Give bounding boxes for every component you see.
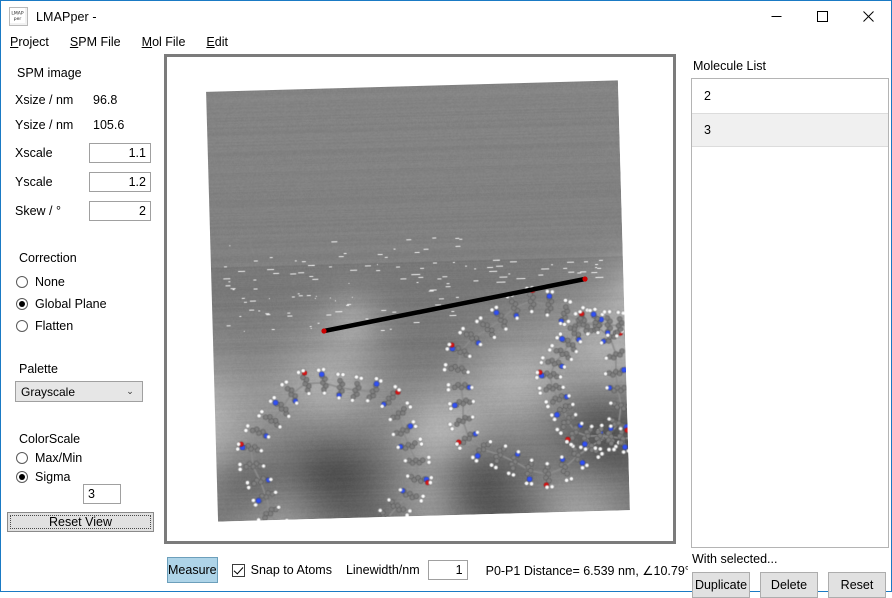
radio-sigma-icon (16, 471, 28, 483)
linewidth-input[interactable] (427, 560, 468, 580)
menu-mol-accel: M (141, 34, 153, 49)
reset-view-label: Reset View (49, 515, 112, 529)
radio-flatten-icon (16, 320, 28, 332)
correction-flatten-label: Flatten (35, 319, 74, 333)
correction-option-flatten[interactable]: Flatten (16, 319, 73, 333)
menu-spm-accel: S (69, 34, 79, 49)
colorscale-option-sigma[interactable]: Sigma (16, 470, 70, 484)
duplicate-label: Duplicate (694, 578, 748, 592)
maximize-button[interactable] (799, 1, 845, 32)
window-controls (753, 1, 891, 32)
menu-bar: Project SPM File Mol File Edit (1, 32, 891, 51)
app-icon: LMAP per (9, 7, 28, 26)
radio-maxmin-icon (16, 452, 28, 464)
menu-edit-accel: E (206, 34, 215, 49)
menu-spm-rest: PM File (78, 34, 121, 49)
yscale-input[interactable] (89, 172, 151, 192)
menu-project[interactable]: Project (8, 34, 51, 50)
colorscale-maxmin-label: Max/Min (35, 451, 83, 465)
molecule-panel: Molecule List 2 3 With selected... Dupli… (688, 51, 891, 598)
reset-label: Reset (840, 578, 874, 592)
spm-image-canvas[interactable] (164, 54, 676, 544)
ysize-value: 105.6 (93, 118, 125, 132)
menu-mol-file[interactable]: Mol File (140, 34, 188, 50)
correction-none-label: None (35, 275, 65, 289)
palette-select[interactable]: Grayscale ⌄ (15, 381, 143, 402)
linewidth-label: Linewidth/nm (345, 563, 420, 577)
checkbox-checked-icon (231, 563, 245, 577)
palette-section-title: Palette (19, 362, 58, 376)
molecule-list-title: Molecule List (693, 59, 766, 73)
list-item[interactable]: 3 (692, 113, 888, 147)
title-bar: LMAP per LMAPper - (1, 1, 891, 32)
close-button[interactable] (845, 1, 891, 32)
ysize-label: Ysize / nm (15, 118, 74, 132)
reset-view-button[interactable]: Reset View (7, 512, 154, 532)
spm-image-bitmap (206, 80, 630, 522)
with-selected-label: With selected... (692, 552, 778, 566)
spm-image-section-title: SPM image (17, 66, 82, 80)
measure-toolbar: Measure Snap to Atoms Linewidth/nm P0-P1… (164, 551, 690, 589)
left-settings-panel: SPM image Xsize / nm 96.8 Ysize / nm 105… (1, 51, 163, 591)
menu-spm-file[interactable]: SPM File (68, 34, 123, 50)
menu-mol-rest: ol File (152, 34, 186, 49)
correction-option-none[interactable]: None (16, 275, 65, 289)
xsize-label: Xsize / nm (15, 93, 74, 107)
skew-input[interactable] (89, 201, 151, 221)
distance-readout: P0-P1 Distance= 6.539 nm, ∠10.79° (485, 563, 690, 578)
yscale-label: Yscale (15, 175, 53, 189)
list-item[interactable]: 2 (692, 79, 888, 113)
palette-selected-value: Grayscale (21, 384, 76, 399)
correction-section-title: Correction (19, 251, 77, 265)
snap-to-atoms-checkbox[interactable]: Snap to Atoms (231, 563, 332, 577)
skew-label: Skew / ° (15, 204, 61, 218)
correction-global-plane-label: Global Plane (35, 297, 107, 311)
menu-edit-rest: dit (214, 34, 228, 49)
window-title: LMAPper - (36, 9, 97, 24)
colorscale-option-maxmin[interactable]: Max/Min (16, 451, 82, 465)
minimize-button[interactable] (753, 1, 799, 32)
measure-button[interactable]: Measure (167, 557, 218, 583)
xsize-value: 96.8 (93, 93, 118, 107)
molecule-item-label: 3 (704, 123, 711, 137)
chevron-down-icon: ⌄ (126, 386, 134, 396)
delete-label: Delete (770, 578, 808, 592)
measure-button-label: Measure (168, 563, 217, 577)
correction-option-global-plane[interactable]: Global Plane (16, 297, 107, 311)
snap-to-atoms-label: Snap to Atoms (250, 563, 332, 577)
duplicate-button[interactable]: Duplicate (692, 572, 750, 598)
reset-button[interactable]: Reset (828, 572, 886, 598)
svg-text:LMAP: LMAP (11, 11, 23, 17)
colorscale-sigma-label: Sigma (35, 470, 71, 484)
delete-button[interactable]: Delete (760, 572, 818, 598)
radio-none-icon (16, 276, 28, 288)
sigma-input[interactable] (83, 484, 121, 504)
xscale-label: Xscale (15, 146, 53, 160)
molecule-action-buttons: Duplicate Delete Reset (692, 572, 886, 598)
spm-scan-image (206, 80, 630, 522)
menu-project-rest: roject (18, 34, 49, 49)
xscale-input[interactable] (89, 143, 151, 163)
radio-global-plane-icon (16, 298, 28, 310)
molecule-item-label: 2 (704, 89, 711, 103)
svg-text:per: per (14, 16, 22, 22)
colorscale-section-title: ColorScale (19, 432, 81, 446)
menu-edit[interactable]: Edit (204, 34, 230, 50)
main-body: SPM image Xsize / nm 96.8 Ysize / nm 105… (1, 51, 891, 598)
app-window: LMAP per LMAPper - Project SPM File Mol … (0, 0, 892, 598)
molecule-list[interactable]: 2 3 (691, 78, 889, 548)
